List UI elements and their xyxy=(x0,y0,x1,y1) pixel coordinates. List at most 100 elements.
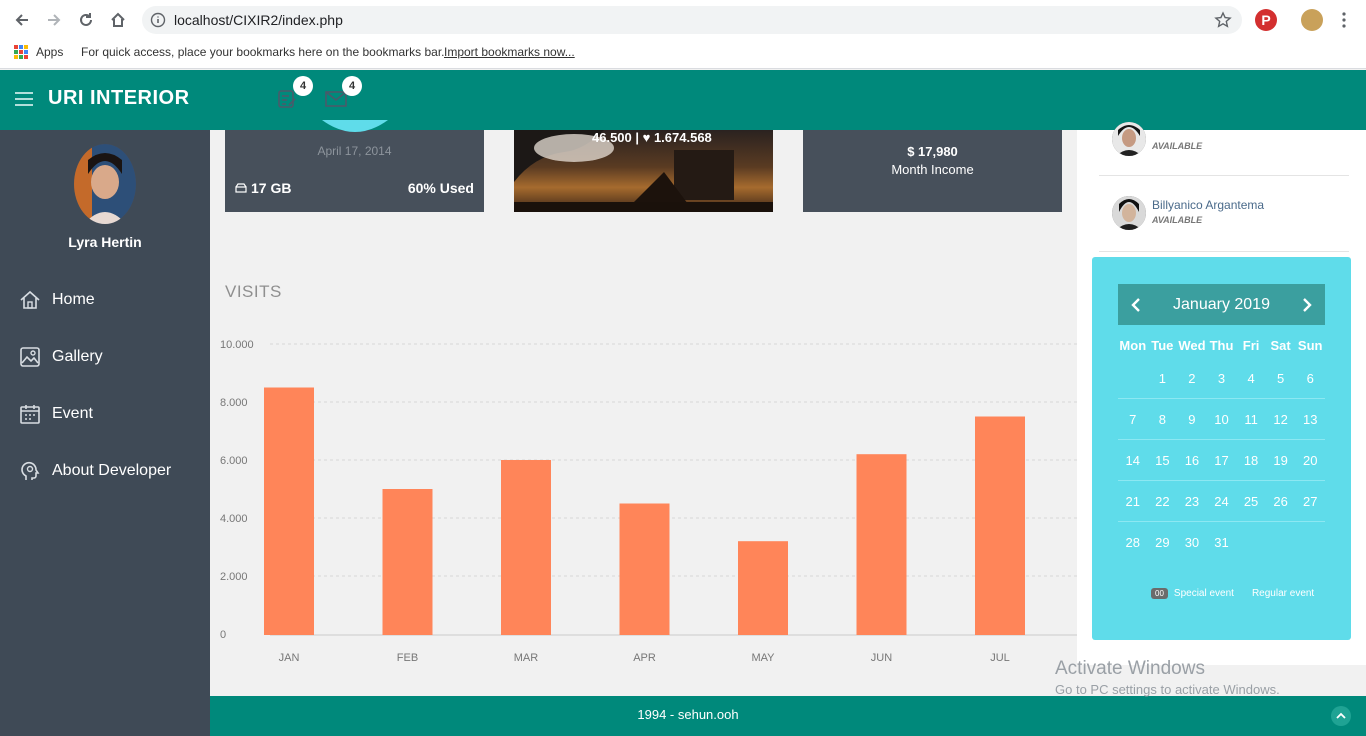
forward-button[interactable] xyxy=(42,8,66,32)
user-name: Lyra Hertin xyxy=(68,234,142,250)
calendar-day[interactable]: 8 xyxy=(1148,412,1178,427)
browser-toolbar: localhost/CIXIR2/index.php P xyxy=(0,0,1366,40)
bar-mar xyxy=(501,460,551,635)
calendar-day[interactable]: 31 xyxy=(1207,535,1237,550)
home-button[interactable] xyxy=(106,8,130,32)
user-avatar[interactable] xyxy=(74,144,136,224)
calendar-day[interactable]: 18 xyxy=(1236,453,1266,468)
calendar-week: 123456 xyxy=(1118,358,1325,399)
apps-grid-icon xyxy=(14,45,28,59)
windows-activation-watermark: Activate Windows Go to PC settings to ac… xyxy=(1055,658,1280,697)
calendar-day[interactable]: 15 xyxy=(1148,453,1178,468)
calendar-day[interactable]: 14 xyxy=(1118,453,1148,468)
footer: 1994 - sehun.ooh xyxy=(210,696,1366,736)
address-bar[interactable]: localhost/CIXIR2/index.php xyxy=(142,6,1242,34)
contact-avatar xyxy=(1112,122,1146,156)
calendar-day[interactable]: 11 xyxy=(1236,412,1266,427)
chevron-right-icon xyxy=(1303,297,1312,312)
back-button[interactable] xyxy=(10,8,34,32)
calendar-day[interactable]: 17 xyxy=(1207,453,1237,468)
next-month-button[interactable] xyxy=(1299,297,1315,313)
weekday-label: Fri xyxy=(1242,337,1260,353)
calendar-icon xyxy=(20,405,40,424)
calendar-day[interactable]: 22 xyxy=(1148,494,1178,509)
calendar-week: 21 22 23 24 25 26 27 xyxy=(1118,481,1325,522)
weekday-label: Thu xyxy=(1209,337,1234,353)
calendar-day[interactable]: 20 xyxy=(1295,453,1325,468)
sidebar-item-home[interactable]: Home xyxy=(18,283,95,317)
sidebar-item-gallery[interactable]: Gallery xyxy=(18,340,103,374)
calendar-day[interactable]: 9 xyxy=(1177,412,1207,427)
income-label: Month Income xyxy=(891,162,974,177)
y-tick-label: 8.000 xyxy=(220,397,248,409)
calendar-day[interactable]: 12 xyxy=(1266,412,1296,427)
calendar-day[interactable]: 7 xyxy=(1118,412,1148,427)
calendar-day[interactable]: 13 xyxy=(1295,412,1325,427)
calendar-day[interactable]: 19 xyxy=(1266,453,1296,468)
calendar-day[interactable]: 24 xyxy=(1207,494,1237,509)
reload-button[interactable] xyxy=(74,8,98,32)
calendar-day[interactable]: 4 xyxy=(1236,371,1266,386)
app-header: URI INTERIOR 4 4 xyxy=(0,70,1366,130)
calendar-day[interactable]: 30 xyxy=(1177,535,1207,550)
calendar-day[interactable]: 6 xyxy=(1295,371,1325,386)
tasks-button[interactable]: 4 xyxy=(270,76,313,114)
calendar-day[interactable]: 10 xyxy=(1207,412,1237,427)
calendar-weekdays: Mon Tue Wed Thu Fri Sat Sun xyxy=(1118,332,1325,358)
calendar-day[interactable]: 25 xyxy=(1236,494,1266,509)
contact-name: Billyanico Argantema xyxy=(1152,198,1265,212)
weekday-label: Mon xyxy=(1119,337,1147,353)
footer-text: 1994 - sehun.ooh xyxy=(637,707,739,722)
gallery-icon xyxy=(20,347,40,367)
contact-item[interactable]: AVAILABLE xyxy=(1112,122,1350,162)
storage-card: April 17, 2014 17 GB 60% Used xyxy=(225,120,484,212)
contact-divider xyxy=(1099,175,1349,176)
mail-button[interactable]: 4 xyxy=(319,76,362,114)
brand-title: URI INTERIOR xyxy=(48,87,190,109)
calendar-weeks: 1 2 3 4 5 6 7 8 9 10 11 12 13 14 15 16 17 18 19 20 21 22 23 24 2… xyxy=(1118,358,1325,563)
calendar-week: 14 15 16 17 18 19 20 xyxy=(1118,440,1325,481)
calendar-day[interactable]: 29 xyxy=(1148,535,1178,550)
calendar-day[interactable]: 2 xyxy=(1177,371,1207,386)
calendar-day[interactable]: 27 xyxy=(1295,494,1325,509)
calendar-day[interactable]: 3 xyxy=(1207,371,1237,386)
chevron-up-icon xyxy=(1336,712,1346,719)
scroll-to-top-button[interactable] xyxy=(1331,706,1351,726)
contact-status: AVAILABLE xyxy=(1152,141,1203,151)
weekday-label: Sun xyxy=(1297,337,1323,353)
calendar-day[interactable]: 23 xyxy=(1177,494,1207,509)
sidebar-item-about-developer[interactable]: About Developer xyxy=(18,454,171,488)
contact-item[interactable]: Billyanico Argantema AVAILABLE xyxy=(1112,196,1350,236)
calendar-day[interactable]: 16 xyxy=(1177,453,1207,468)
x-tick-label: MAR xyxy=(514,652,539,664)
y-tick-label: 4.000 xyxy=(220,513,248,525)
prev-month-button[interactable] xyxy=(1128,297,1144,313)
calendar-day[interactable]: 1 xyxy=(1148,371,1178,386)
hamburger-menu-icon[interactable] xyxy=(15,92,33,106)
watermark-title: Activate Windows xyxy=(1055,658,1205,679)
weekday-label: Tue xyxy=(1151,337,1174,353)
calendar-day[interactable]: 21 xyxy=(1118,494,1148,509)
profile-avatar[interactable] xyxy=(1301,9,1323,31)
bookmarks-hint: For quick access, place your bookmarks h… xyxy=(81,45,445,59)
pinterest-extension-icon[interactable]: P xyxy=(1255,9,1277,31)
developer-icon xyxy=(21,461,40,480)
photo-stats: 46.500 | ♥ 1.674.568 xyxy=(592,130,712,145)
calendar-legend: 00 Special event Regular event xyxy=(1151,588,1314,599)
x-tick-label: JUN xyxy=(871,652,892,664)
calendar-day[interactable]: 26 xyxy=(1266,494,1296,509)
import-bookmarks-link[interactable]: Import bookmarks now... xyxy=(444,45,575,59)
x-tick-label: JAN xyxy=(279,652,300,664)
bar-jun xyxy=(856,454,907,635)
legend-badge: 00 xyxy=(1151,588,1168,599)
sidebar-item-event[interactable]: Event xyxy=(18,397,93,431)
mail-badge: 4 xyxy=(342,76,362,96)
bookmark-star-icon[interactable] xyxy=(1214,11,1232,29)
legend-regular-event: Regular event xyxy=(1251,588,1315,599)
sidebar-item-label: Gallery xyxy=(52,348,103,365)
photo-card[interactable]: 46.500 | ♥ 1.674.568 xyxy=(514,130,773,212)
calendar-day[interactable]: 28 xyxy=(1118,535,1148,550)
calendar-day[interactable]: 5 xyxy=(1266,371,1296,386)
browser-menu-button[interactable] xyxy=(1332,8,1356,32)
apps-shortcut[interactable]: Apps xyxy=(14,45,63,59)
